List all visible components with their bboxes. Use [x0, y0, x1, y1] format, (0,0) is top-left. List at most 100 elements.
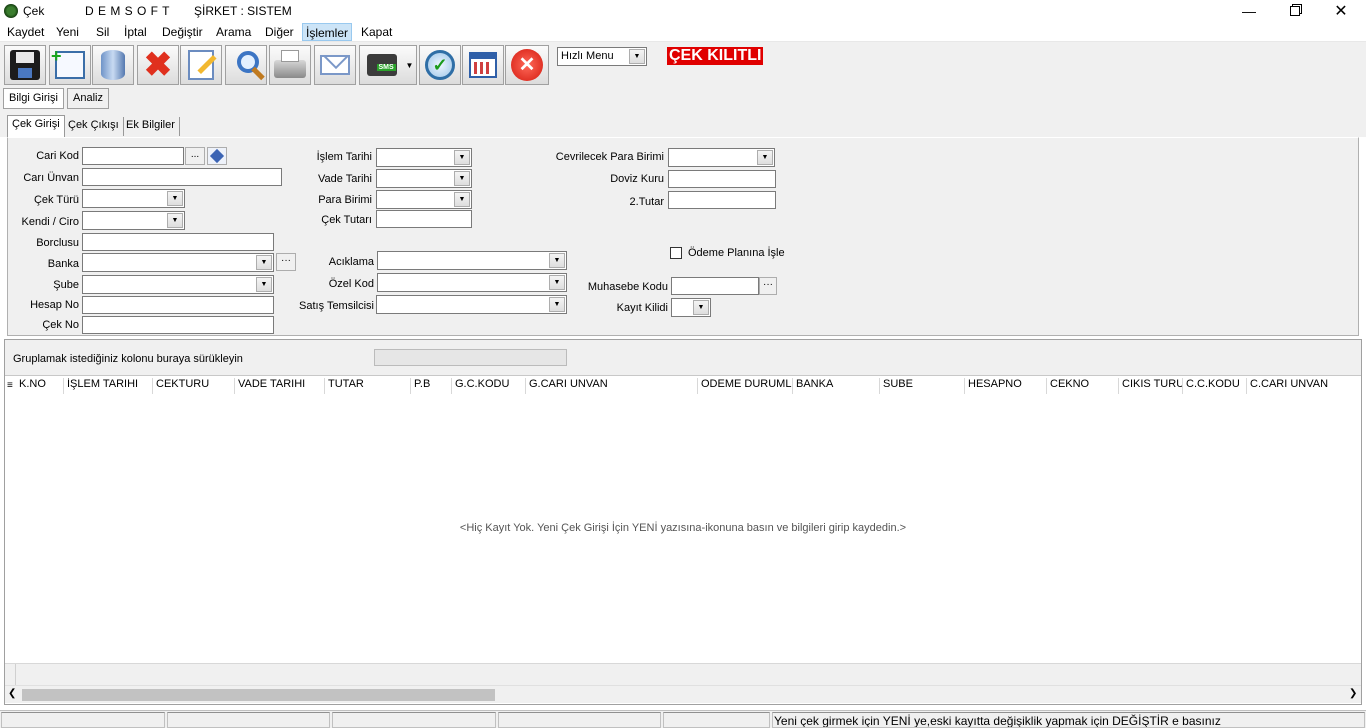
- column-header-tutar[interactable]: TUTAR: [325, 378, 411, 394]
- column-header-pb[interactable]: P.B: [411, 378, 452, 394]
- ozel-kod-label: Özel Kod: [328, 278, 374, 290]
- minimize-button[interactable]: —: [1226, 0, 1272, 22]
- column-header-cekturu[interactable]: CEKTURU: [153, 378, 235, 394]
- chevron-down-icon: ▼: [454, 192, 470, 207]
- cari-unvan-input[interactable]: [82, 168, 282, 186]
- horizontal-scrollbar[interactable]: ❮ ❯: [5, 685, 1361, 703]
- column-header-gc-kodu[interactable]: G.C.KODU: [452, 378, 526, 394]
- menu-degistir[interactable]: Değiştir: [159, 25, 206, 41]
- menu-arama[interactable]: Arama: [213, 25, 254, 41]
- menu-yeni[interactable]: Yeni: [53, 25, 82, 41]
- sms-dropdown-button[interactable]: ▼: [403, 45, 417, 85]
- banka-label: Banka: [47, 258, 79, 270]
- tab-analiz[interactable]: Analiz: [67, 88, 109, 109]
- column-header-g-cari-unvan[interactable]: G.CARI UNVAN: [526, 378, 698, 394]
- menu-kaydet[interactable]: Kaydet: [4, 25, 47, 41]
- menu-diger[interactable]: Diğer: [262, 25, 297, 41]
- save-button[interactable]: [4, 45, 46, 85]
- vade-tarihi-picker[interactable]: ▼: [376, 169, 472, 188]
- scroll-left-icon[interactable]: ❮: [8, 688, 16, 699]
- menu-kapat[interactable]: Kapat: [358, 25, 395, 41]
- menu-bar: Kaydet Yeni Sil İptal Değiştir Arama Diğ…: [0, 22, 1366, 42]
- database-button[interactable]: [92, 45, 134, 85]
- mail-button[interactable]: [314, 45, 356, 85]
- sms-button[interactable]: SMS: [359, 45, 404, 85]
- tab-cek-girisi[interactable]: Çek Girişi: [7, 115, 65, 137]
- ozel-kod-select[interactable]: ▼: [377, 273, 567, 292]
- refresh-button[interactable]: ✓: [419, 45, 461, 85]
- group-by-dropzone[interactable]: [374, 349, 567, 366]
- print-icon: [274, 50, 306, 78]
- cek-turu-select[interactable]: ▼: [82, 189, 185, 208]
- edit-icon: [188, 50, 217, 80]
- column-header-odeme-durumu[interactable]: ODEME DURUML: [698, 378, 793, 394]
- borclusu-input[interactable]: [82, 233, 274, 251]
- tab-ek-bilgiler[interactable]: Ek Bilgiler: [122, 117, 180, 136]
- column-header-cikis-turu[interactable]: CIKIS TURU: [1119, 378, 1183, 394]
- muhasebe-kodu-input[interactable]: [671, 277, 759, 295]
- app-logo-icon: [4, 4, 18, 18]
- column-header-banka[interactable]: BANKA: [793, 378, 880, 394]
- cari-unvan-label: Carı Ünvan: [23, 172, 79, 184]
- status-cell-3: [332, 712, 496, 728]
- chevron-down-icon: ▼: [167, 191, 183, 206]
- satis-temsilcisi-label: Satış Temsilcisi: [299, 300, 374, 312]
- tutar2-label: 2.Tutar: [629, 196, 664, 208]
- column-header-kno[interactable]: K.NO: [16, 378, 64, 394]
- column-header-cekno[interactable]: CEKNO: [1047, 378, 1119, 394]
- cari-kod-input[interactable]: [82, 147, 184, 165]
- chevron-down-icon: ▼: [256, 255, 272, 270]
- menu-iptal[interactable]: İptal: [121, 25, 150, 41]
- title-bar: Çek D E M S O F T ŞİRKET : SISTEM — ✕: [0, 0, 1366, 22]
- aciklama-select[interactable]: ▼: [377, 251, 567, 270]
- exit-button[interactable]: ✕: [505, 45, 549, 85]
- print-button[interactable]: [269, 45, 311, 85]
- grid-options-icon[interactable]: ≡: [7, 380, 13, 391]
- calendar-icon: [469, 52, 497, 78]
- cek-no-input[interactable]: [82, 316, 274, 334]
- muhasebe-kodu-browse-button[interactable]: ···: [759, 277, 777, 295]
- para-birimi-select[interactable]: ▼: [376, 190, 472, 209]
- banka-select[interactable]: ▼: [82, 253, 274, 272]
- column-header-hesapno[interactable]: HESAPNO: [965, 378, 1047, 394]
- column-header-cc-kodu[interactable]: C.C.KODU: [1183, 378, 1247, 394]
- restore-icon: [1290, 6, 1300, 16]
- hesap-no-input[interactable]: [82, 296, 274, 314]
- cevrilecek-para-birimi-select[interactable]: ▼: [668, 148, 775, 167]
- doviz-kuru-input[interactable]: [668, 170, 776, 188]
- kendi-ciro-select[interactable]: ▼: [82, 211, 185, 230]
- cari-kod-detail-button[interactable]: [207, 147, 227, 165]
- scrollbar-thumb[interactable]: [22, 689, 495, 701]
- restore-button[interactable]: [1272, 0, 1318, 22]
- new-button[interactable]: +: [49, 45, 91, 85]
- cari-kod-browse-button[interactable]: ...: [185, 147, 205, 165]
- search-button[interactable]: [225, 45, 267, 85]
- cek-tutari-input[interactable]: [376, 210, 472, 228]
- database-icon: [101, 50, 125, 80]
- edit-button[interactable]: [180, 45, 222, 85]
- sube-select[interactable]: ▼: [82, 275, 274, 294]
- tab-bilgi-girisi[interactable]: Bilgi Girişi: [3, 88, 64, 109]
- column-header-sube[interactable]: SUBE: [880, 378, 965, 394]
- islem-tarihi-picker[interactable]: ▼: [376, 148, 472, 167]
- column-header-c-cari-unvan[interactable]: C.CARI UNVAN: [1247, 378, 1359, 394]
- column-header-vade-tarihi[interactable]: VADE TARIHI: [235, 378, 325, 394]
- close-window-button[interactable]: ✕: [1318, 0, 1364, 22]
- menu-sil[interactable]: Sil: [93, 25, 112, 41]
- menu-islemler[interactable]: İşlemler: [302, 23, 353, 41]
- window-title: Çek: [23, 4, 45, 18]
- calendar-button[interactable]: [462, 45, 504, 85]
- empty-grid-message: <Hiç Kayıt Yok. Yeni Çek Girişi İçin YEN…: [459, 522, 907, 534]
- borclusu-label: Borclusu: [36, 237, 79, 249]
- scroll-right-icon[interactable]: ❯: [1349, 688, 1357, 699]
- kayit-kilidi-select[interactable]: ▼: [671, 298, 711, 317]
- hesap-no-label: Hesap No: [30, 299, 79, 311]
- delete-button[interactable]: ✖: [137, 45, 179, 85]
- lock-badge: ÇEK KILITLI: [667, 47, 764, 65]
- tab-cek-cikisi[interactable]: Çek Çıkışı: [64, 117, 124, 136]
- odeme-plani-checkbox[interactable]: [670, 247, 682, 259]
- column-header-islem-tarihi[interactable]: İŞLEM TARIHI: [64, 378, 153, 394]
- satis-temsilcisi-select[interactable]: ▼: [376, 295, 567, 314]
- quick-menu-select[interactable]: Hızlı Menu ▼: [557, 47, 647, 66]
- tutar2-input[interactable]: [668, 191, 776, 209]
